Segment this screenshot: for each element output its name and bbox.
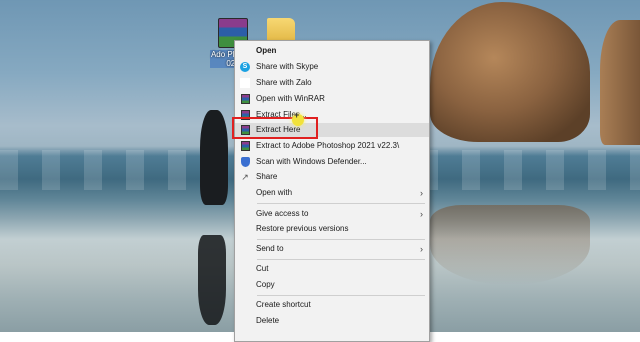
zalo-icon [240, 78, 250, 88]
menu-item-create-shortcut[interactable]: Create shortcut [235, 298, 429, 312]
menu-item-share-with-zalo[interactable]: Share with Zalo [235, 76, 429, 90]
menu-item-cut[interactable]: Cut [235, 262, 429, 276]
mouse-cursor-icon: + [294, 110, 300, 120]
wallpaper-runner-reflection [198, 235, 226, 325]
winrar-icon [240, 94, 250, 104]
menu-item-label: Cut [256, 264, 269, 273]
wallpaper-rock-reflection [430, 205, 590, 285]
menu-item-share[interactable]: ↗ Share [235, 170, 429, 184]
menu-item-label: Delete [256, 316, 280, 325]
menu-item-open-with[interactable]: Open with › [235, 186, 429, 200]
menu-item-label: Open with WinRAR [256, 94, 325, 103]
menu-separator [257, 259, 425, 260]
menu-item-scan-windows-defender[interactable]: Scan with Windows Defender... [235, 155, 429, 169]
menu-separator [257, 295, 425, 296]
menu-item-open[interactable]: Open [235, 44, 429, 58]
menu-item-label: Scan with Windows Defender... [256, 157, 367, 166]
menu-item-delete[interactable]: Delete [235, 314, 429, 328]
wallpaper-rock-arch [430, 2, 590, 142]
menu-separator [257, 203, 425, 204]
menu-item-open-with-winrar[interactable]: Open with WinRAR [235, 92, 429, 106]
menu-item-restore-previous-versions[interactable]: Restore previous versions [235, 222, 429, 236]
menu-item-extract-to-folder[interactable]: Extract to Adobe Photoshop 2021 v22.3\ [235, 139, 429, 153]
menu-item-label: Open [256, 46, 277, 55]
menu-item-label: Restore previous versions [256, 224, 349, 233]
wallpaper-rock-right [600, 20, 640, 145]
menu-item-label: Share with Zalo [256, 78, 312, 87]
menu-separator [257, 239, 425, 240]
chevron-right-icon: › [420, 188, 423, 198]
menu-item-label: Create shortcut [256, 300, 311, 309]
chevron-right-icon: › [420, 209, 423, 219]
menu-item-label: Share [256, 172, 278, 181]
menu-item-label: Copy [256, 280, 275, 289]
chevron-right-icon: › [420, 244, 423, 254]
wallpaper-runner [200, 110, 228, 205]
menu-item-give-access-to[interactable]: Give access to › [235, 207, 429, 221]
menu-item-label: Give access to [256, 209, 309, 218]
menu-item-label: Send to [256, 244, 284, 253]
menu-item-label: Open with [256, 188, 293, 197]
menu-item-share-with-skype[interactable]: S Share with Skype [235, 60, 429, 74]
skype-icon: S [240, 62, 250, 72]
winrar-icon [240, 141, 250, 151]
menu-item-label: Share with Skype [256, 62, 319, 71]
share-icon: ↗ [241, 172, 249, 182]
menu-item-label: Extract to Adobe Photoshop 2021 v22.3\ [256, 141, 400, 150]
menu-item-send-to[interactable]: Send to › [235, 242, 429, 256]
context-menu: Open S Share with Skype Share with Zalo … [234, 40, 430, 342]
highlight-box [232, 117, 318, 139]
windows-defender-icon [240, 157, 250, 167]
menu-item-copy[interactable]: Copy [235, 278, 429, 292]
